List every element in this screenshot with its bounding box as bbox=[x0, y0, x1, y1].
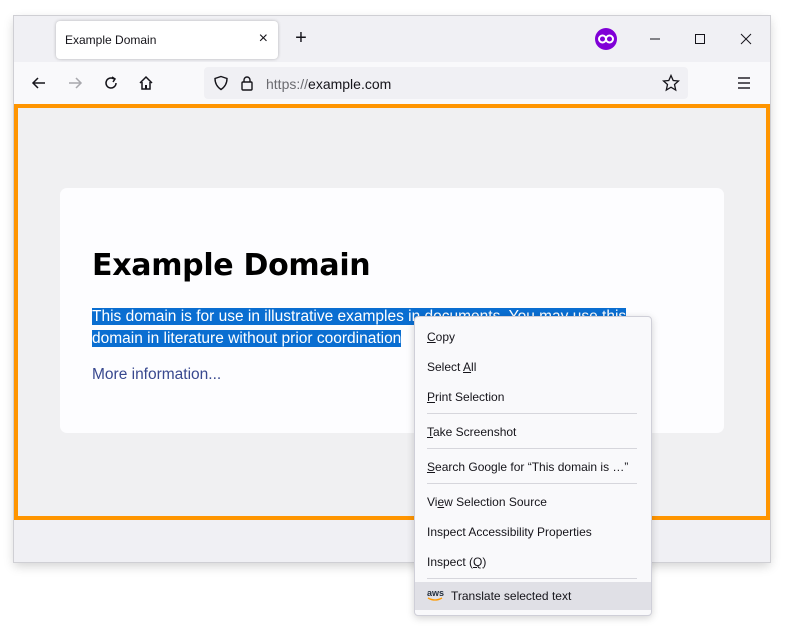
menu-item-copy[interactable]: Copy bbox=[415, 323, 651, 351]
home-icon[interactable] bbox=[133, 70, 159, 96]
lock-icon[interactable] bbox=[234, 70, 260, 96]
minimize-button[interactable] bbox=[632, 16, 678, 62]
menu-separator bbox=[427, 448, 637, 449]
menu-item-take-screenshot[interactable]: Take Screenshot bbox=[415, 418, 651, 446]
tab-bar: Example Domain × + bbox=[14, 16, 770, 62]
new-tab-button[interactable]: + bbox=[290, 27, 312, 50]
shield-icon[interactable] bbox=[208, 70, 234, 96]
url-text: https://example.com bbox=[266, 76, 391, 92]
tab-example-domain[interactable]: Example Domain × bbox=[56, 21, 278, 59]
page-heading: Example Domain bbox=[92, 248, 371, 283]
browser-window: Example Domain × + https://example.com E… bbox=[14, 16, 770, 562]
menu-separator bbox=[427, 483, 637, 484]
menu-item-view-selection-source[interactable]: View Selection Source bbox=[415, 488, 651, 516]
tab-close-icon[interactable]: × bbox=[259, 30, 268, 48]
hamburger-menu-icon[interactable] bbox=[731, 70, 757, 96]
menu-separator bbox=[427, 413, 637, 414]
tab-title: Example Domain bbox=[65, 33, 157, 47]
back-arrow-icon[interactable] bbox=[26, 70, 52, 96]
menu-item-inspect[interactable]: Inspect (Q) bbox=[415, 548, 651, 576]
nav-toolbar: https://example.com bbox=[14, 62, 770, 105]
close-window-button[interactable] bbox=[723, 16, 769, 62]
private-browsing-icon bbox=[595, 28, 617, 50]
menu-item-translate[interactable]: aws Translate selected text bbox=[415, 582, 651, 610]
menu-separator bbox=[427, 578, 637, 579]
menu-item-search-google[interactable]: Search Google for “This domain is …” bbox=[415, 453, 651, 481]
reload-icon[interactable] bbox=[98, 70, 124, 96]
bookmark-star-icon[interactable] bbox=[658, 70, 684, 96]
aws-smile-icon bbox=[427, 597, 443, 601]
url-scheme: https:// bbox=[266, 76, 309, 92]
status-area bbox=[14, 520, 770, 562]
menu-item-inspect-accessibility[interactable]: Inspect Accessibility Properties bbox=[415, 518, 651, 546]
url-host: example.com bbox=[308, 76, 392, 92]
forward-arrow-icon[interactable] bbox=[62, 70, 88, 96]
more-information-link[interactable]: More information... bbox=[92, 366, 221, 384]
page-content: Example Domain This domain is for use in… bbox=[14, 104, 770, 520]
url-bar[interactable]: https://example.com bbox=[204, 67, 688, 99]
maximize-button[interactable] bbox=[677, 16, 723, 62]
menu-item-print-selection[interactable]: Print Selection bbox=[415, 383, 651, 411]
aws-icon: aws bbox=[427, 588, 445, 598]
context-menu: Copy Select All Print Selection Take Scr… bbox=[414, 316, 652, 616]
para-line-2: domain in literature without prior coord… bbox=[92, 330, 402, 347]
menu-item-select-all[interactable]: Select All bbox=[415, 353, 651, 381]
